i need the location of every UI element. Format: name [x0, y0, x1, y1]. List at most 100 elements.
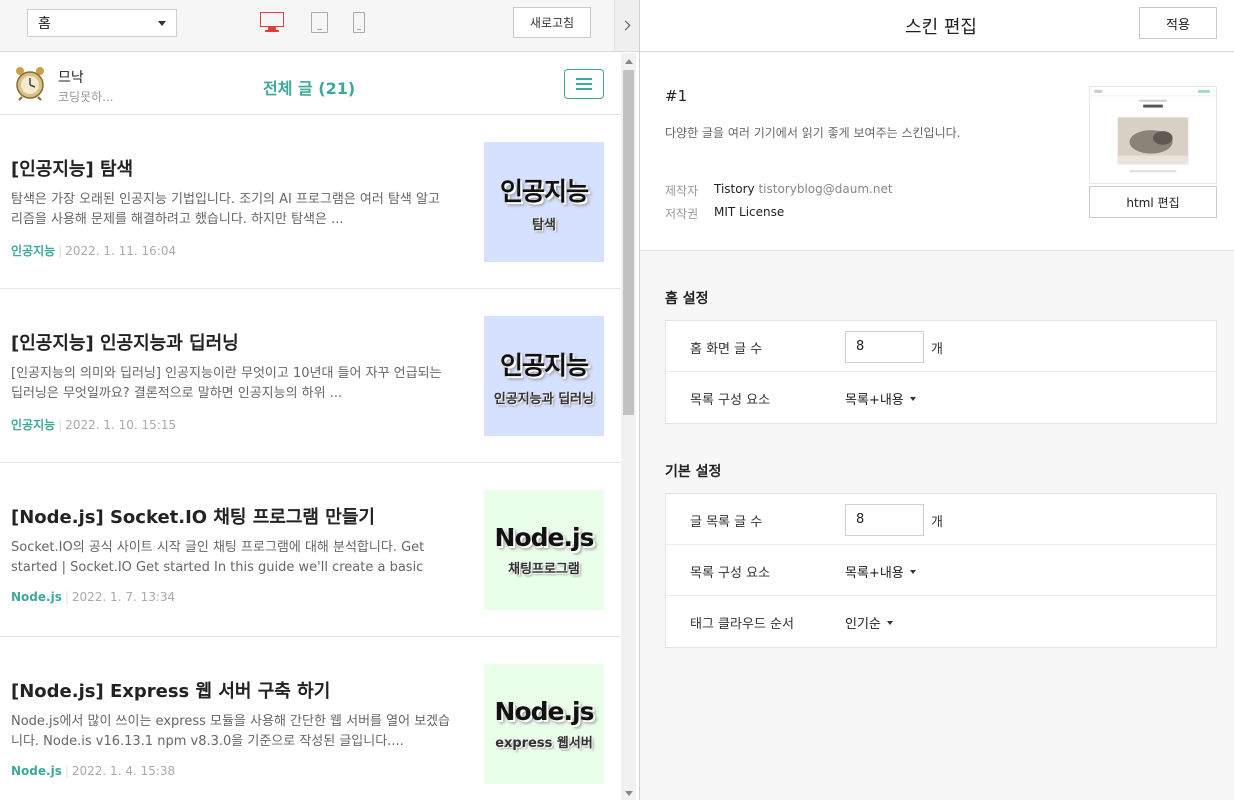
scroll-up-icon[interactable]	[625, 59, 633, 64]
post-date: 2022. 1. 4. 15:38	[71, 764, 176, 778]
skin-preview-thumbnail	[1089, 86, 1217, 184]
blog-preview: 므낙 코딩못하... 전체 글 (21) [인공지능] 탐색 탐색은 가장 오래…	[0, 53, 621, 800]
refresh-button[interactable]: 새로고침	[513, 7, 591, 38]
post-item[interactable]: [인공지능] 인공지능과 딥러닝 [인공지능의 의미와 딥러닝] 인공지능이란 …	[0, 289, 621, 463]
skin-edit-pane: 스킨 편집 적용 #1 다양한 글을 여러 기기에서 읽기 좋게 보여주는 스킨…	[640, 0, 1234, 800]
dropdown-value: 목록+내용	[845, 566, 904, 581]
basic-settings-title: 기본 설정	[665, 464, 722, 480]
thumbnail-subtitle: 인공지능과 딥러닝	[493, 391, 595, 407]
unit-label: 개	[931, 515, 943, 530]
home-list-row: 목록 구성 요소 목록+내용	[666, 372, 1216, 423]
tag-order-dropdown[interactable]: 인기순	[845, 613, 893, 632]
post-meta: Node.js | 2022. 1. 4. 15:38	[11, 764, 176, 778]
post-excerpt: Socket.IO의 공식 사이트 시작 글인 채팅 프로그램에 대해 분석합니…	[11, 540, 425, 575]
basic-settings-box: 글 목록 글 수 8 개 목록 구성 요소 목록+내용 태그 클라우드 순서 인…	[665, 493, 1217, 648]
home-settings-title: 홈 설정	[665, 291, 709, 307]
thumbnail-subtitle: 채팅프로그램	[508, 562, 580, 577]
blog-header: 므낙 코딩못하... 전체 글 (21)	[0, 53, 621, 115]
post-category[interactable]: Node.js	[11, 764, 62, 778]
tablet-view-icon[interactable]	[311, 12, 328, 33]
post-category[interactable]: 인공지능	[11, 244, 55, 258]
page-select[interactable]: 홈	[27, 9, 177, 37]
caret-down-icon	[909, 396, 916, 401]
post-title[interactable]: [인공지능] 인공지능과 딥러닝	[11, 329, 239, 355]
post-title[interactable]: [Node.js] Express 웹 서버 구축 하기	[11, 677, 330, 703]
thumbnail-title: 인공지능	[499, 350, 589, 380]
setting-label: 목록 구성 요소	[690, 566, 771, 581]
collapse-toggle[interactable]	[614, 0, 639, 52]
post-item[interactable]: [Node.js] Socket.IO 채팅 프로그램 만들기 Socket.I…	[0, 463, 621, 637]
desktop-view-icon[interactable]	[260, 12, 284, 32]
edit-header: 스킨 편집 적용	[640, 0, 1234, 52]
page-select-value: 홈	[38, 16, 51, 32]
post-excerpt: [인공지능의 의미와 딥러닝] 인공지능이란 무엇이고 10년대 들어 자꾸 언…	[11, 366, 442, 401]
caret-down-icon	[886, 620, 893, 625]
author-label: 제작자	[665, 184, 699, 198]
post-thumbnail[interactable]: 인공지능 인공지능과 딥러닝	[484, 316, 604, 436]
list-comp-row: 목록 구성 요소 목록+내용	[666, 545, 1216, 596]
dropdown-value: 인기순	[845, 617, 881, 632]
post-excerpt: Node.js에서 많이 쓰이는 express 모듈을 사용해 간단한 웹 서…	[11, 714, 451, 749]
author-value: Tistory tistoryblog@daum.net	[714, 182, 893, 196]
post-date: 2022. 1. 7. 13:34	[71, 590, 176, 604]
blog-avatar	[16, 67, 44, 101]
skin-description: 다양한 글을 여러 기기에서 읽기 좋게 보여주는 스킨입니다.	[665, 126, 961, 140]
post-thumbnail[interactable]: 인공지능 탐색	[484, 142, 604, 262]
thumbnail-subtitle: 탐색	[532, 217, 556, 233]
setting-label: 글 목록 글 수	[690, 515, 763, 530]
list-posts-row: 글 목록 글 수 8 개	[666, 494, 1216, 545]
post-meta: 인공지능 | 2022. 1. 11. 16:04	[11, 244, 177, 258]
scroll-down-icon[interactable]	[625, 791, 633, 796]
apply-button[interactable]: 적용	[1139, 7, 1217, 39]
thumbnail-subtitle: express 웹서버	[495, 736, 593, 751]
post-excerpt: 탐색은 가장 오래된 인공지능 기법입니다. 조기의 AI 프로그램은 여러 탐…	[11, 192, 440, 227]
scrollbar-thumb[interactable]	[623, 70, 634, 415]
post-date: 2022. 1. 10. 15:15	[65, 418, 177, 432]
chevron-right-icon	[620, 20, 631, 31]
post-thumbnail[interactable]: Node.js express 웹서버	[484, 664, 604, 784]
author-email: tistoryblog@daum.net	[758, 182, 893, 196]
post-title[interactable]: [인공지능] 탐색	[11, 155, 133, 181]
mobile-view-icon[interactable]	[353, 12, 365, 33]
home-settings-box: 홈 화면 글 수 8 개 목록 구성 요소 목록+내용	[665, 320, 1217, 424]
thumbnail-title: Node.js	[494, 523, 595, 552]
thumbnail-title: Node.js	[494, 697, 595, 726]
post-meta: Node.js | 2022. 1. 7. 13:34	[11, 590, 176, 604]
skin-number: #1	[665, 87, 688, 105]
chevron-down-icon	[158, 20, 166, 26]
author-name: Tistory	[714, 182, 755, 196]
post-item[interactable]: [Node.js] Express 웹 서버 구축 하기 Node.js에서 많…	[0, 637, 621, 800]
skin-editor-window: 홈 새로고침 므낙 코딩못하... 전체 글 (21) [인공지능] 탐색 탐색…	[0, 0, 1234, 800]
unit-label: 개	[931, 342, 943, 357]
list-comp-dropdown[interactable]: 목록+내용	[845, 562, 916, 581]
home-posts-input[interactable]: 8	[845, 331, 924, 363]
post-category[interactable]: 인공지능	[11, 418, 55, 432]
list-posts-input[interactable]: 8	[845, 504, 924, 536]
post-count-title: 전체 글 (21)	[263, 79, 356, 98]
license-value: MIT License	[714, 205, 785, 219]
thumbnail-title: 인공지능	[499, 176, 589, 206]
preview-scrollbar[interactable]	[621, 53, 636, 800]
setting-label: 홈 화면 글 수	[690, 342, 763, 357]
post-category[interactable]: Node.js	[11, 590, 62, 604]
post-date: 2022. 1. 11. 16:04	[65, 244, 177, 258]
caret-down-icon	[909, 569, 916, 574]
setting-label: 태그 클라우드 순서	[690, 617, 794, 632]
blog-description: 코딩못하...	[58, 90, 114, 104]
menu-button[interactable]	[564, 69, 604, 99]
post-item[interactable]: [인공지능] 탐색 탐색은 가장 오래된 인공지능 기법입니다. 조기의 AI …	[0, 115, 621, 289]
post-meta: 인공지능 | 2022. 1. 10. 15:15	[11, 418, 177, 432]
skin-info-panel: #1 다양한 글을 여러 기기에서 읽기 좋게 보여주는 스킨입니다. 제작자 …	[640, 53, 1234, 251]
post-thumbnail[interactable]: Node.js 채팅프로그램	[484, 490, 604, 610]
home-list-dropdown[interactable]: 목록+내용	[845, 389, 916, 408]
tag-order-row: 태그 클라우드 순서 인기순	[666, 596, 1216, 647]
license-label: 저작권	[665, 207, 699, 221]
preview-pane: 홈 새로고침 므낙 코딩못하... 전체 글 (21) [인공지능] 탐색 탐색…	[0, 0, 640, 800]
home-posts-row: 홈 화면 글 수 8 개	[666, 321, 1216, 372]
setting-label: 목록 구성 요소	[690, 393, 771, 408]
preview-toolbar: 홈 새로고침	[0, 0, 614, 52]
post-title[interactable]: [Node.js] Socket.IO 채팅 프로그램 만들기	[11, 503, 375, 529]
html-edit-button[interactable]: html 편집	[1089, 186, 1217, 218]
blog-name[interactable]: 므낙	[58, 67, 84, 87]
dropdown-value: 목록+내용	[845, 393, 904, 408]
